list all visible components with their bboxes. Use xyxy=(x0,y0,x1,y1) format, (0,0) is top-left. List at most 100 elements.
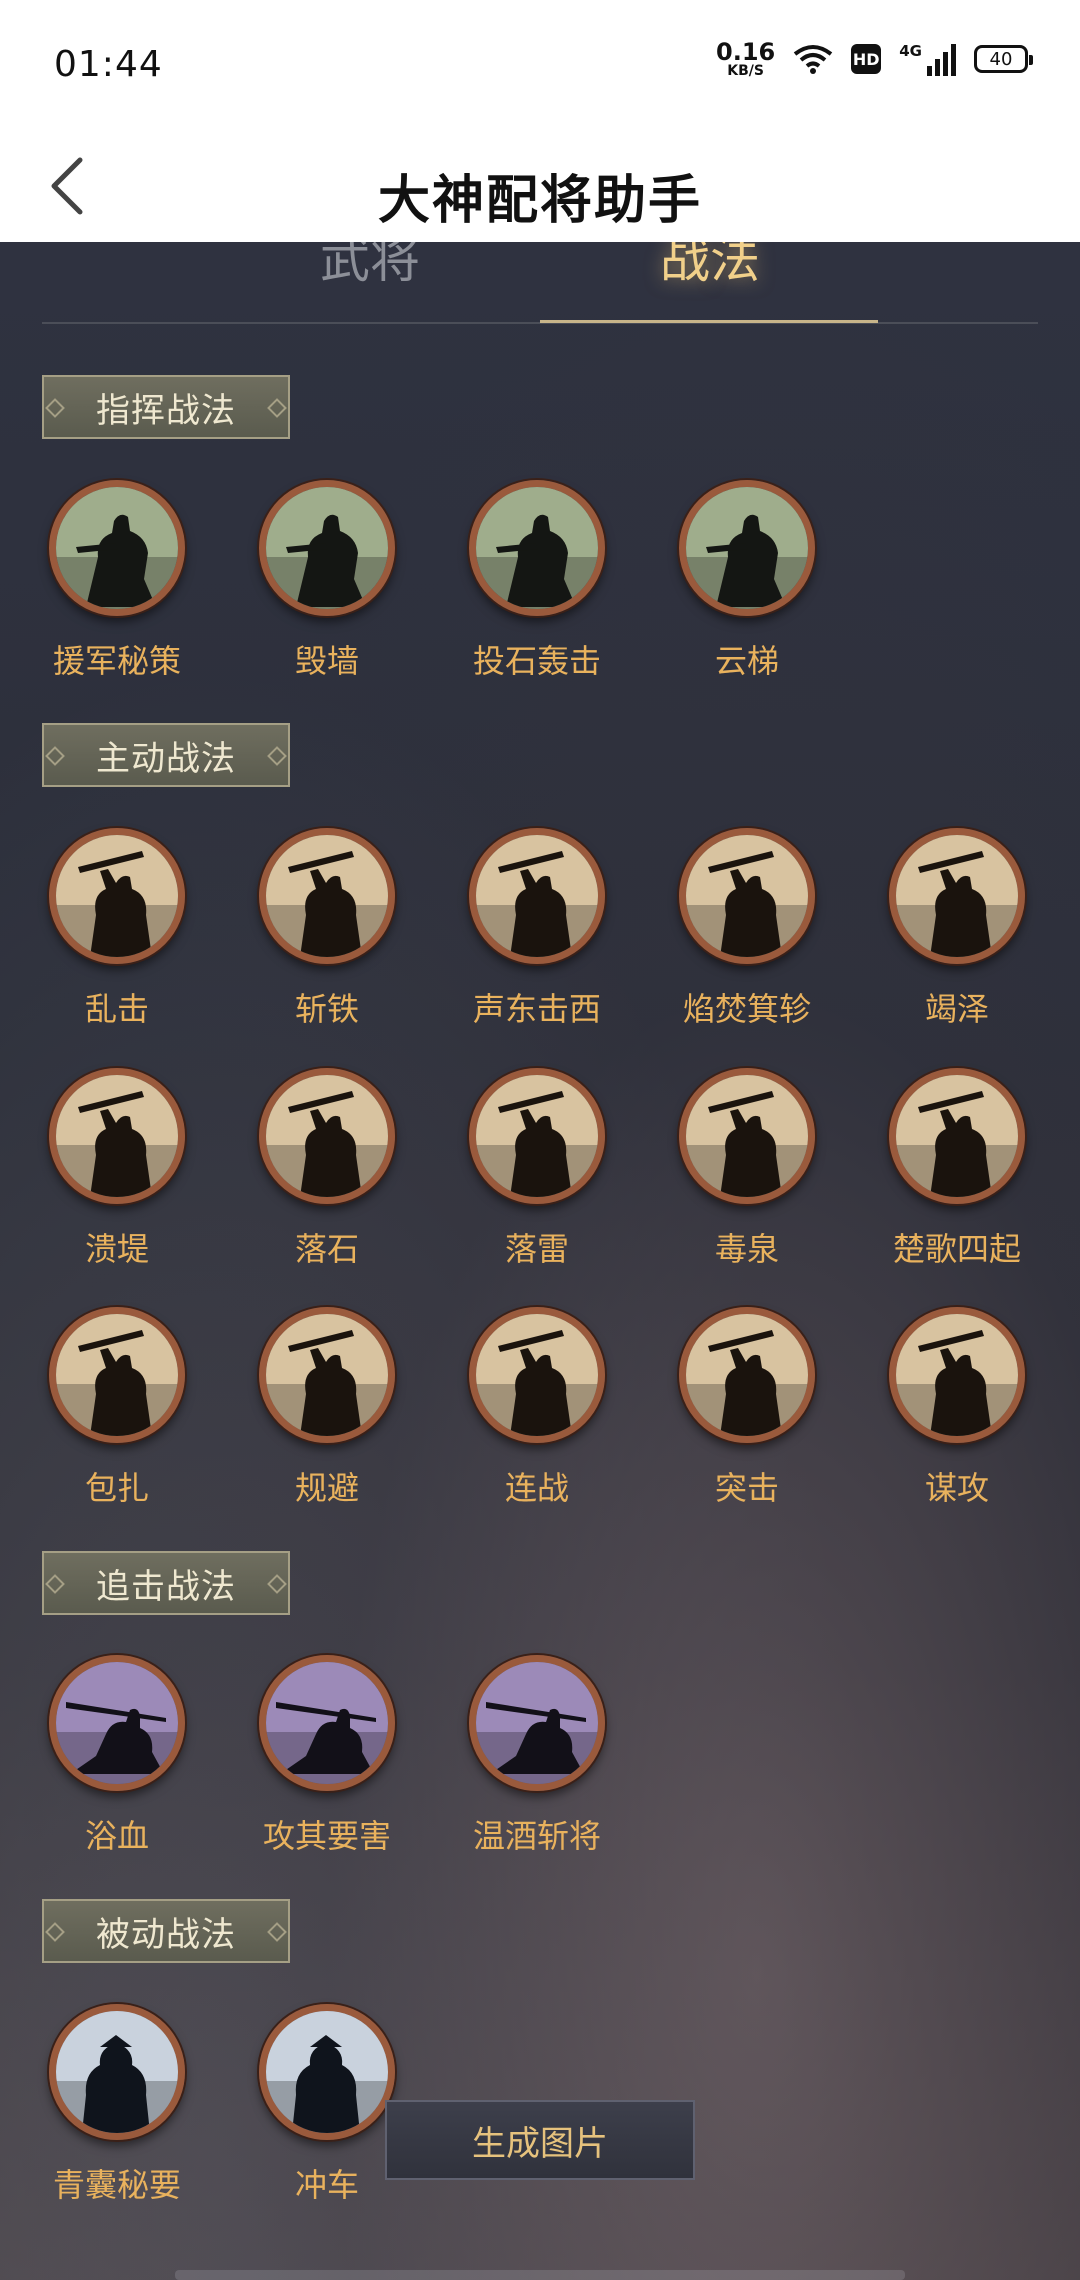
skill-label: 落石 xyxy=(294,1230,359,1268)
active-tactic-icon xyxy=(889,1068,1025,1204)
command-silhouette-icon xyxy=(476,487,598,609)
active-tactic-icon xyxy=(259,1068,395,1204)
active-silhouette-icon xyxy=(476,1314,598,1436)
active-silhouette-icon xyxy=(686,1314,808,1436)
active-silhouette-icon xyxy=(896,1075,1018,1197)
network-type: 4G xyxy=(899,42,922,60)
network-speed-unit: KB/S xyxy=(727,63,764,79)
skill-label: 温酒斩将 xyxy=(472,1817,601,1855)
command-silhouette-icon xyxy=(686,487,808,609)
skill-item[interactable]: 突击 xyxy=(641,1307,817,1507)
skill-item[interactable]: 浴血 xyxy=(11,1655,187,1855)
skill-item[interactable]: 溃堤 xyxy=(11,1068,187,1268)
skill-label: 援军秘策 xyxy=(52,642,181,680)
active-tactic-icon xyxy=(679,1307,815,1443)
skill-item[interactable]: 落雷 xyxy=(431,1068,607,1268)
passive-tactic-icon xyxy=(49,2004,185,2140)
command-silhouette-icon xyxy=(56,487,178,609)
skill-label: 浴血 xyxy=(84,1817,149,1855)
active-silhouette-icon xyxy=(896,835,1018,957)
skill-label: 青囊秘要 xyxy=(52,2166,181,2204)
active-silhouette-icon xyxy=(266,1075,388,1197)
pursuit-silhouette-icon xyxy=(56,1662,178,1784)
active-silhouette-icon xyxy=(266,835,388,957)
skill-item[interactable]: 攻其要害 xyxy=(221,1655,397,1855)
generate-image-button[interactable]: 生成图片 xyxy=(385,2100,695,2180)
skill-label: 竭泽 xyxy=(924,990,989,1028)
active-silhouette-icon xyxy=(476,1075,598,1197)
skill-label: 规避 xyxy=(294,1469,359,1507)
skill-item[interactable]: 连战 xyxy=(431,1307,607,1507)
skill-item[interactable]: 乱击 xyxy=(11,828,187,1028)
active-tactic-icon xyxy=(259,828,395,964)
command-tactic-icon xyxy=(259,480,395,616)
skill-item[interactable]: 青囊秘要 xyxy=(11,2004,187,2204)
active-silhouette-icon xyxy=(266,1314,388,1436)
skill-label: 溃堤 xyxy=(84,1230,149,1268)
skill-item[interactable]: 毁墙 xyxy=(221,480,397,680)
pursuit-tactic-icon xyxy=(49,1655,185,1791)
active-silhouette-icon xyxy=(686,835,808,957)
active-tab-indicator xyxy=(540,320,878,323)
skill-label: 斩铁 xyxy=(294,990,359,1028)
tab-tactics[interactable]: 战法 xyxy=(660,242,760,292)
skill-item[interactable]: 竭泽 xyxy=(851,828,1027,1028)
skill-label: 连战 xyxy=(504,1469,569,1507)
skill-item[interactable]: 投石轰击 xyxy=(431,480,607,680)
status-indicators: 0.16 KB/S HD 4G 40 xyxy=(716,40,1033,78)
active-silhouette-icon xyxy=(56,1075,178,1197)
skill-item[interactable]: 援军秘策 xyxy=(11,480,187,680)
skill-label: 突击 xyxy=(714,1469,779,1507)
active-tactic-icon xyxy=(469,1307,605,1443)
skill-item[interactable]: 温酒斩将 xyxy=(431,1655,607,1855)
network-speed: 0.16 KB/S xyxy=(716,40,775,78)
section-header-active: 主动战法 xyxy=(42,723,290,787)
battery-icon: 40 xyxy=(974,45,1033,73)
skill-label: 落雷 xyxy=(504,1230,569,1268)
skill-label: 毁墙 xyxy=(294,642,359,680)
active-tactic-icon xyxy=(889,828,1025,964)
skill-item[interactable]: 焰焚箕轸 xyxy=(641,828,817,1028)
network-speed-value: 0.16 xyxy=(716,38,776,66)
skill-item[interactable]: 云梯 xyxy=(641,480,817,680)
skill-item[interactable]: 斩铁 xyxy=(221,828,397,1028)
skill-label: 声东击西 xyxy=(472,990,601,1028)
skill-label: 谋攻 xyxy=(924,1469,989,1507)
app-header: 大神配将助手 xyxy=(0,130,1080,242)
active-tactic-icon xyxy=(469,1068,605,1204)
passive-silhouette-icon xyxy=(266,2011,388,2133)
command-silhouette-icon xyxy=(266,487,388,609)
main-content: 武将 战法 指挥战法 主动战法 追击战法 被动战法 援军秘策 毁墙 投石轰击 云… xyxy=(0,242,1080,2280)
passive-tactic-icon xyxy=(259,2004,395,2140)
section-header-command: 指挥战法 xyxy=(42,375,290,439)
skill-label: 投石轰击 xyxy=(472,642,601,680)
active-tactic-icon xyxy=(889,1307,1025,1443)
active-tactic-icon xyxy=(49,828,185,964)
command-tactic-icon xyxy=(679,480,815,616)
skill-item[interactable]: 声东击西 xyxy=(431,828,607,1028)
active-tactic-icon xyxy=(679,828,815,964)
active-silhouette-icon xyxy=(476,835,598,957)
tab-generals[interactable]: 武将 xyxy=(320,242,420,292)
pursuit-silhouette-icon xyxy=(266,1662,388,1784)
hd-icon: HD xyxy=(851,44,882,74)
status-time: 01:44 xyxy=(54,44,163,85)
skill-item[interactable]: 谋攻 xyxy=(851,1307,1027,1507)
command-tactic-icon xyxy=(49,480,185,616)
skill-label: 乱击 xyxy=(84,990,149,1028)
skill-item[interactable]: 楚歌四起 xyxy=(851,1068,1027,1268)
skill-item[interactable]: 规避 xyxy=(221,1307,397,1507)
skill-label: 包扎 xyxy=(84,1469,149,1507)
section-header-passive: 被动战法 xyxy=(42,1899,290,1963)
bottom-scroll-bar xyxy=(175,2270,905,2280)
battery-level: 40 xyxy=(989,48,1013,70)
active-tactic-icon xyxy=(49,1307,185,1443)
skill-label: 毒泉 xyxy=(714,1230,779,1268)
skill-item[interactable]: 冲车 xyxy=(221,2004,397,2204)
skill-item[interactable]: 毒泉 xyxy=(641,1068,817,1268)
skill-item[interactable]: 包扎 xyxy=(11,1307,187,1507)
skill-item[interactable]: 落石 xyxy=(221,1068,397,1268)
wifi-icon xyxy=(794,45,833,74)
page-title: 大神配将助手 xyxy=(377,171,702,231)
pursuit-tactic-icon xyxy=(469,1655,605,1791)
